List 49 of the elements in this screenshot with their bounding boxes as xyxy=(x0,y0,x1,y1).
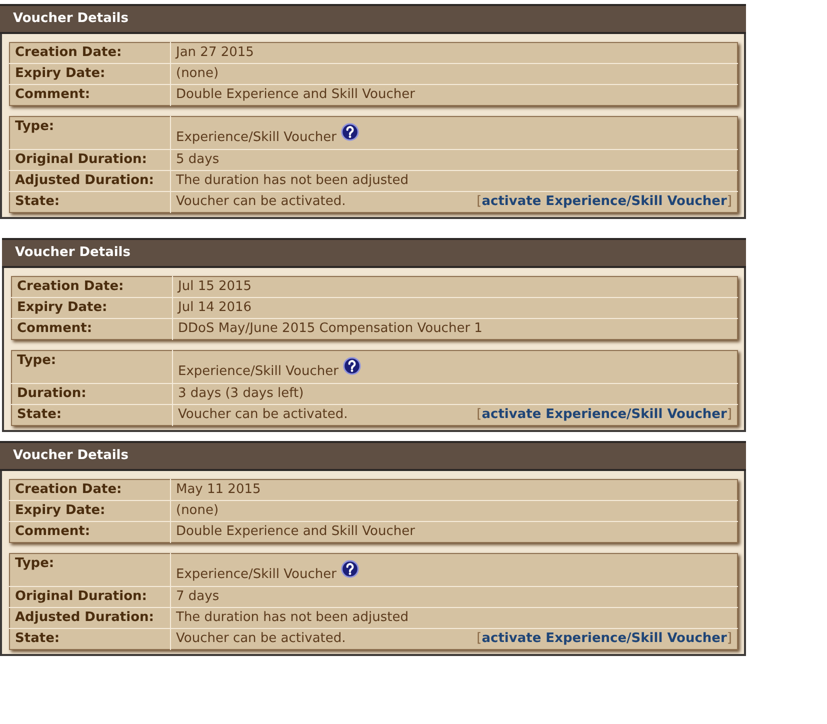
field-label: Type: xyxy=(15,556,54,571)
field-label: Expiry Date: xyxy=(15,66,106,81)
field-value: Experience/Skill Voucher xyxy=(176,130,336,145)
help-icon[interactable] xyxy=(341,560,360,578)
field-value: Jan 27 2015 xyxy=(176,45,254,60)
field-label: Comment: xyxy=(15,524,90,539)
field-value: Voucher can be activated. xyxy=(176,631,346,646)
field-value: 3 days (3 days left) xyxy=(178,386,304,401)
field-value: Double Experience and Skill Voucher xyxy=(176,87,415,102)
panel-title: Voucher Details xyxy=(0,441,746,471)
field-value: Jul 15 2015 xyxy=(178,279,252,294)
field-value: (none) xyxy=(176,503,219,518)
field-value: May 11 2015 xyxy=(176,482,261,497)
field-label: Comment: xyxy=(15,87,90,102)
field-label: Creation Date: xyxy=(15,482,122,497)
field-label: Comment: xyxy=(17,321,92,336)
field-label: State: xyxy=(15,194,60,209)
field-value: Voucher can be activated. xyxy=(178,407,348,422)
field-value: (none) xyxy=(176,66,219,81)
panel-title: Voucher Details xyxy=(0,4,746,34)
field-value: Experience/Skill Voucher xyxy=(178,364,338,379)
field-label: Expiry Date: xyxy=(15,503,106,518)
field-value: 7 days xyxy=(176,589,220,604)
field-label: Type: xyxy=(17,353,56,368)
field-label: State: xyxy=(15,631,60,646)
help-icon[interactable] xyxy=(343,357,362,375)
field-value: DDoS May/June 2015 Compensation Voucher 1 xyxy=(178,321,482,336)
panel-title: Voucher Details xyxy=(2,238,746,268)
field-value: The duration has not been adjusted xyxy=(176,610,408,625)
field-label: Duration: xyxy=(17,386,86,401)
field-value: Experience/Skill Voucher xyxy=(176,567,336,582)
field-label: State: xyxy=(17,407,62,422)
field-label: Expiry Date: xyxy=(17,300,108,315)
activate-link[interactable]: [activate Experience/Skill Voucher] xyxy=(476,194,732,210)
field-label: Original Duration: xyxy=(15,589,147,604)
field-value: Double Experience and Skill Voucher xyxy=(176,524,415,539)
field-label: Adjusted Duration: xyxy=(15,173,154,188)
field-label: Creation Date: xyxy=(17,279,124,294)
field-value: Voucher can be activated. xyxy=(176,194,346,209)
field-label: Type: xyxy=(15,119,54,134)
field-label: Adjusted Duration: xyxy=(15,610,154,625)
field-value: Jul 14 2016 xyxy=(178,300,252,315)
help-icon[interactable] xyxy=(341,123,360,141)
field-value: 5 days xyxy=(176,152,220,167)
field-label: Original Duration: xyxy=(15,152,147,167)
activate-link[interactable]: [activate Experience/Skill Voucher] xyxy=(476,631,732,647)
field-value: The duration has not been adjusted xyxy=(176,173,408,188)
field-label: Creation Date: xyxy=(15,45,122,60)
activate-link[interactable]: [activate Experience/Skill Voucher] xyxy=(476,407,732,423)
